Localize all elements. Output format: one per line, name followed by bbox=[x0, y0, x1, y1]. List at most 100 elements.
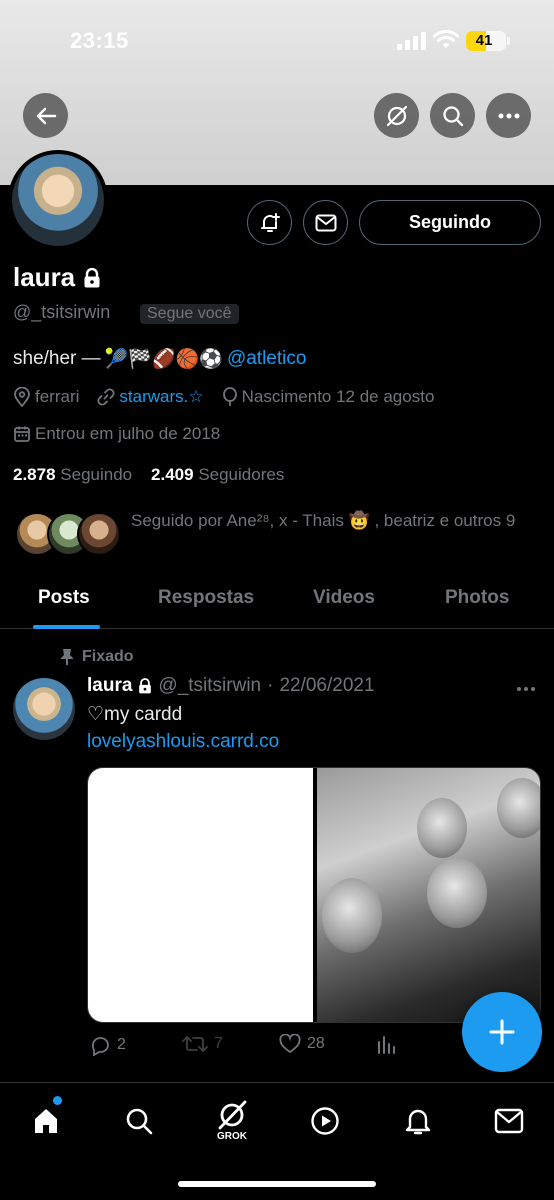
arrow-left-icon bbox=[36, 107, 56, 124]
notifications-button[interactable] bbox=[247, 200, 292, 245]
link-icon bbox=[97, 388, 115, 406]
profile-birthday: Nascimento 12 de agosto bbox=[241, 387, 435, 406]
compose-post-button[interactable] bbox=[462, 992, 542, 1072]
tab-replies[interactable]: Respostas bbox=[158, 587, 254, 609]
message-button[interactable] bbox=[303, 200, 348, 245]
like-count: 28 bbox=[307, 1035, 325, 1052]
post-author-avatar[interactable] bbox=[13, 678, 75, 740]
profile-website-link[interactable]: starwars.☆ bbox=[119, 387, 203, 407]
grok-icon bbox=[218, 1100, 247, 1130]
nav-notifications[interactable] bbox=[393, 1097, 443, 1145]
post-author-handle[interactable]: @_tsitsirwin bbox=[158, 675, 261, 697]
followers-count-link[interactable]: 2.409 Seguidores bbox=[151, 465, 284, 484]
bell-icon bbox=[405, 1109, 431, 1135]
home-indicator bbox=[178, 1181, 376, 1187]
profile-meta-row: ferrari starwars.☆ Nascimento 12 de agos… bbox=[13, 387, 434, 407]
post-date[interactable]: 22/06/2021 bbox=[279, 675, 374, 697]
active-tab-indicator bbox=[33, 625, 100, 629]
following-label: Seguindo bbox=[60, 465, 133, 484]
profile-tabs: Posts Respostas Videos Photos bbox=[0, 575, 554, 629]
pinned-indicator: Fixado bbox=[60, 648, 134, 666]
post-author-name[interactable]: laura bbox=[87, 675, 132, 697]
reply-icon bbox=[91, 1037, 109, 1056]
nav-grok[interactable]: GROK bbox=[207, 1097, 257, 1145]
pin-icon bbox=[61, 649, 73, 665]
followed-by-avatars[interactable] bbox=[15, 512, 121, 558]
battery-icon: 41 bbox=[466, 31, 510, 51]
video-icon bbox=[311, 1107, 339, 1135]
grok-button[interactable] bbox=[374, 93, 419, 138]
analytics-icon bbox=[378, 1036, 395, 1054]
following-count-link[interactable]: 2.878 Seguindo bbox=[13, 465, 132, 484]
heart-icon bbox=[279, 1034, 301, 1054]
post-more-button[interactable] bbox=[516, 676, 536, 697]
search-icon bbox=[442, 105, 463, 126]
followed-by-text[interactable]: Seguido por Ane²⁸, x - Thais 🤠 , beatriz… bbox=[131, 507, 541, 534]
search-button[interactable] bbox=[430, 93, 475, 138]
avatar bbox=[77, 512, 121, 556]
wifi-icon bbox=[433, 30, 459, 48]
profile-name-row: laura bbox=[13, 262, 101, 293]
search-icon bbox=[126, 1108, 153, 1135]
repost-button[interactable]: 7 bbox=[182, 1034, 223, 1054]
views-button[interactable] bbox=[376, 1034, 396, 1054]
mail-icon bbox=[494, 1108, 524, 1134]
post-text: ♡my cardd bbox=[87, 704, 183, 725]
followers-count: 2.409 bbox=[151, 465, 194, 484]
following-count: 2.878 bbox=[13, 465, 56, 484]
repost-count: 7 bbox=[214, 1035, 223, 1052]
more-horizontal-icon bbox=[498, 113, 519, 118]
signal-icon bbox=[397, 32, 426, 50]
tab-videos[interactable]: Videos bbox=[313, 587, 375, 609]
post-media[interactable] bbox=[87, 767, 541, 1023]
profile-bio: she/her — 🎾🏁🏈🏀⚽ @atletico bbox=[13, 347, 306, 371]
plus-icon bbox=[489, 1019, 515, 1045]
post-separator: · bbox=[267, 675, 274, 696]
followers-label: Seguidores bbox=[198, 465, 285, 484]
bio-mention-link[interactable]: @atletico bbox=[227, 348, 307, 370]
mail-icon bbox=[315, 214, 336, 231]
pinned-label: Fixado bbox=[82, 648, 134, 665]
status-time: 23:15 bbox=[70, 28, 129, 53]
bio-text: she/her — bbox=[13, 348, 101, 369]
grok-label: GROK bbox=[217, 1131, 247, 1142]
home-icon bbox=[35, 1109, 57, 1133]
nav-search[interactable] bbox=[114, 1097, 164, 1145]
balloon-icon bbox=[222, 387, 237, 406]
reply-button[interactable]: 2 bbox=[89, 1034, 126, 1056]
lock-icon bbox=[139, 678, 152, 694]
follows-you-badge: Segue você bbox=[140, 304, 239, 324]
tab-posts[interactable]: Posts bbox=[38, 587, 90, 609]
reply-count: 2 bbox=[117, 1036, 126, 1053]
back-button[interactable] bbox=[23, 93, 68, 138]
more-button[interactable] bbox=[486, 93, 531, 138]
following-button[interactable]: Seguindo bbox=[359, 200, 541, 245]
post-link[interactable]: lovelyashlouis.carrd.co bbox=[87, 731, 279, 753]
status-bar: 23:15 41 bbox=[0, 28, 554, 58]
lock-icon bbox=[84, 267, 100, 287]
post-image-blank[interactable] bbox=[88, 768, 313, 1022]
calendar-icon bbox=[14, 426, 30, 442]
profile-location: ferrari bbox=[35, 387, 80, 406]
follow-counts: 2.878 Seguindo 2.409 Seguidores bbox=[13, 465, 284, 485]
profile-joined-row: Entrou em julho de 2018 bbox=[13, 424, 220, 444]
like-button[interactable]: 28 bbox=[279, 1034, 325, 1054]
repost-icon bbox=[182, 1036, 208, 1052]
battery-level: 41 bbox=[475, 32, 493, 49]
profile-handle: @_tsitsirwin bbox=[13, 302, 111, 322]
bio-emojis: 🎾🏁🏈🏀⚽ bbox=[104, 349, 223, 370]
bell-plus-icon bbox=[260, 212, 280, 232]
more-horizontal-icon bbox=[517, 687, 535, 691]
nav-video[interactable] bbox=[300, 1097, 350, 1145]
nav-messages[interactable] bbox=[484, 1097, 534, 1145]
nav-home[interactable] bbox=[21, 1097, 71, 1145]
post-header: laura @_tsitsirwin · 22/06/2021 bbox=[87, 675, 375, 697]
location-icon bbox=[14, 387, 30, 407]
profile-joined: Entrou em julho de 2018 bbox=[35, 424, 221, 443]
notification-dot bbox=[53, 1096, 62, 1105]
profile-name: laura bbox=[13, 262, 76, 292]
profile-avatar[interactable] bbox=[8, 150, 108, 250]
grok-icon bbox=[386, 105, 407, 126]
post-image-photo[interactable] bbox=[317, 768, 540, 1022]
tab-photos[interactable]: Photos bbox=[445, 587, 509, 609]
